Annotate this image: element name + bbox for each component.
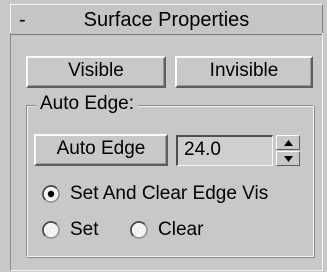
radio-label: Clear — [158, 219, 204, 240]
rollout-title: Surface Properties — [83, 9, 250, 31]
arrow-up-icon — [284, 140, 293, 146]
invisible-button[interactable]: Invisible — [175, 56, 313, 88]
surface-properties-rollout-header[interactable]: - Surface Properties — [10, 4, 323, 35]
auto-edge-button[interactable]: Auto Edge — [34, 134, 168, 166]
spinner-down-button[interactable] — [276, 151, 300, 166]
radio-set[interactable]: Set — [42, 219, 122, 243]
radio-unselected-icon — [42, 221, 60, 239]
radio-label: Set And Clear Edge Vis — [70, 183, 269, 204]
visible-button[interactable]: Visible — [26, 56, 166, 88]
arrow-down-icon — [284, 156, 293, 162]
radio-unselected-icon — [130, 221, 148, 239]
command-panel: - Surface Properties Visible Invisible A… — [0, 0, 327, 272]
spinner-up-button[interactable] — [276, 135, 300, 150]
radio-set-and-clear-edge-vis[interactable]: Set And Clear Edge Vis — [42, 183, 302, 207]
radio-label: Set — [70, 219, 99, 240]
radio-clear[interactable]: Clear — [130, 219, 230, 243]
auto-edge-threshold-input[interactable]: 24.0 — [176, 135, 273, 166]
auto-edge-group-label: Auto Edge: — [36, 93, 139, 115]
auto-edge-threshold-spinner[interactable] — [276, 135, 300, 166]
radio-selected-icon — [42, 185, 60, 203]
